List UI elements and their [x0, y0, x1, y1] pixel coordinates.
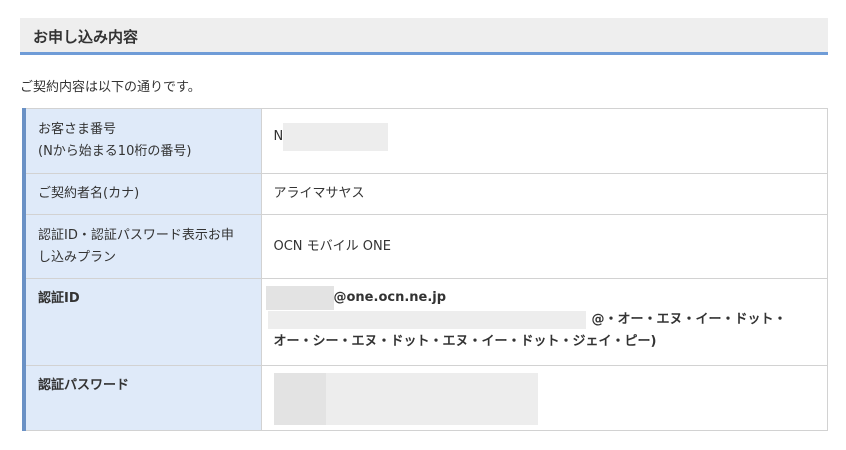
label-auth-password: 認証パスワード	[22, 365, 262, 431]
auth-id-reading-line2: オー・シー・エヌ・ドット・エヌ・イー・ドット・ジェイ・ピー)	[273, 334, 657, 349]
auth-id-reading-line1: @・オー・エヌ・イー・ドット・	[591, 312, 787, 327]
label-customer-number-line2: (Nから始まる10桁の番号)	[38, 144, 192, 159]
value-auth-id: @one.ocn.ne.jp @・オー・エヌ・イー・ドット・ オー・シー・エヌ・…	[260, 278, 828, 366]
value-contract-name: アライマサヤス	[260, 173, 828, 215]
label-plan-line2: し込みプラン	[38, 250, 117, 265]
section-title: お申し込み内容	[33, 28, 139, 46]
table-row-customer-number: お客さま番号 (Nから始まる10桁の番号) N	[22, 108, 828, 174]
label-customer-number: お客さま番号 (Nから始まる10桁の番号)	[22, 108, 262, 174]
redacted-auth-password-a	[273, 373, 326, 425]
label-plan-line1: 認証ID・認証パスワード表示お申	[38, 228, 234, 243]
section-header: お申し込み内容	[20, 18, 828, 55]
label-plan: 認証ID・認証パスワード表示お申 し込みプラン	[22, 214, 262, 279]
table-row-auth-password: 認証パスワード	[22, 365, 828, 431]
label-auth-id: 認証ID	[22, 278, 262, 366]
auth-id-domain: @one.ocn.ne.jp	[333, 290, 447, 305]
intro-text: ご契約内容は以下の通りです。	[20, 80, 201, 95]
contract-details-table: お客さま番号 (Nから始まる10桁の番号) N ご契約者名(カナ) アライマサヤ…	[22, 108, 828, 431]
value-auth-password	[260, 365, 828, 431]
redacted-auth-id-reading	[267, 311, 586, 329]
table-row-contract-name: ご契約者名(カナ) アライマサヤス	[22, 173, 828, 215]
redacted-auth-password-b	[325, 373, 538, 425]
table-row-plan: 認証ID・認証パスワード表示お申 し込みプラン OCN モバイル ONE	[22, 214, 828, 279]
redacted-auth-id-user	[265, 286, 334, 310]
customer-number-prefix: N	[273, 129, 284, 144]
label-customer-number-line1: お客さま番号	[38, 122, 117, 137]
cropped-header-text	[586, 0, 826, 6]
value-customer-number: N	[260, 108, 828, 174]
redacted-customer-number	[283, 123, 389, 151]
table-row-auth-id: 認証ID @one.ocn.ne.jp @・オー・エヌ・イー・ドット・ オー・シ…	[22, 278, 828, 366]
value-plan: OCN モバイル ONE	[260, 214, 828, 279]
label-contract-name: ご契約者名(カナ)	[22, 173, 262, 215]
